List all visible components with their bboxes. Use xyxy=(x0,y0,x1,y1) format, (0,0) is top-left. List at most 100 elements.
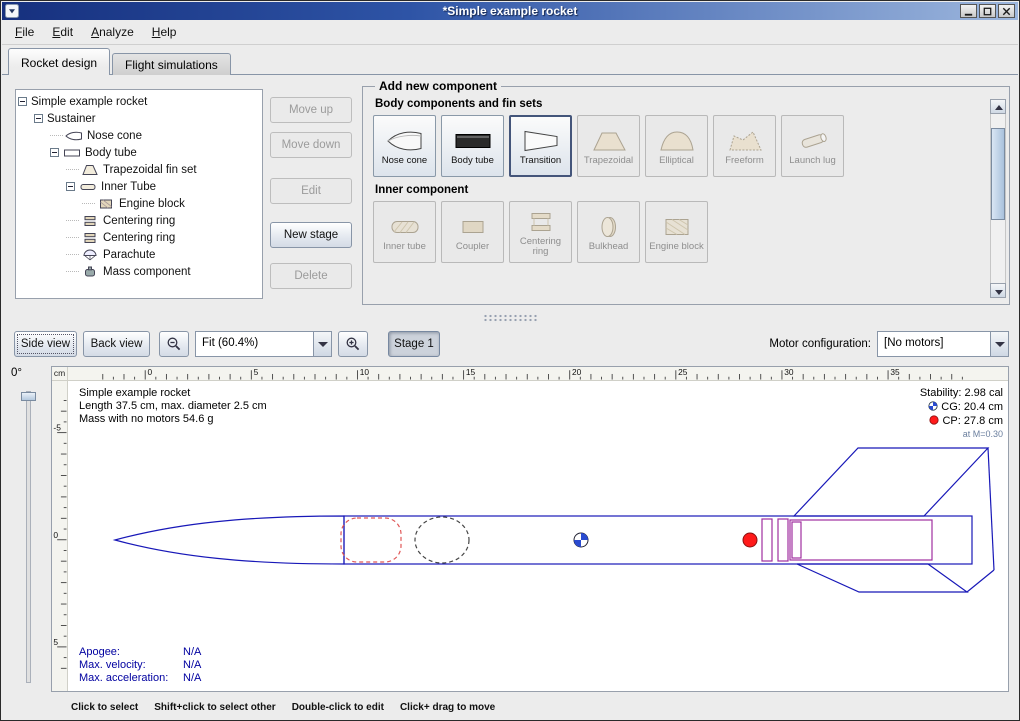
motor-configuration-label: Motor configuration: xyxy=(751,331,871,357)
add-elliptical-button[interactable]: Elliptical xyxy=(645,115,708,177)
add-trapezoidal-button[interactable]: Trapezoidal xyxy=(577,115,640,177)
new-stage-button[interactable]: New stage xyxy=(270,222,352,248)
component-tree[interactable]: Simple example rocketSustainerNose coneB… xyxy=(15,89,263,299)
tab-rocket-design[interactable]: Rocket design xyxy=(8,48,110,75)
component-button-label: Transition xyxy=(520,156,561,166)
svg-text:0: 0 xyxy=(53,530,58,540)
rocket-design-panel: Simple example rocketSustainerNose coneB… xyxy=(2,74,1018,310)
tree-expander-icon[interactable] xyxy=(18,97,27,106)
tree-item-body-tube[interactable]: Body tube xyxy=(16,144,262,161)
stability-value: Stability: 2.98 cal xyxy=(920,387,1003,400)
zoom-in-button[interactable] xyxy=(338,331,368,357)
zoom-select[interactable]: Fit (60.4%) xyxy=(195,331,332,357)
scroll-up-button[interactable] xyxy=(990,99,1006,114)
tree-item-parachute[interactable]: Parachute xyxy=(16,246,262,263)
delete-button[interactable]: Delete xyxy=(270,263,352,289)
maximize-button[interactable] xyxy=(979,4,996,18)
ruler-unit-label: cm xyxy=(52,367,68,381)
tree-item-inner-tube[interactable]: Inner Tube xyxy=(16,178,262,195)
tab-flight-simulations[interactable]: Flight simulations xyxy=(112,53,231,75)
tree-item-mass-component[interactable]: Mass component xyxy=(16,263,262,280)
tree-item-trapezoidal-fin-set[interactable]: Trapezoidal fin set xyxy=(16,161,262,178)
add-transition-button[interactable]: Transition xyxy=(509,115,572,177)
add-launch-lug-button[interactable]: Launch lug xyxy=(781,115,844,177)
body-tube-icon xyxy=(63,147,81,159)
side-view-button[interactable]: Side view xyxy=(14,331,77,357)
add-bulkhead-button[interactable]: Bulkhead xyxy=(577,201,640,263)
tree-connector xyxy=(66,237,79,238)
body-tube-outline[interactable] xyxy=(344,516,972,564)
menu-edit[interactable]: Edit xyxy=(43,21,82,43)
motor-configuration-select[interactable]: [No motors] xyxy=(877,331,1009,357)
tree-expander-icon[interactable] xyxy=(50,148,59,157)
coupler-icon xyxy=(453,213,493,241)
add-nose-cone-button[interactable]: Nose cone xyxy=(373,115,436,177)
tree-expander-icon[interactable] xyxy=(34,114,43,123)
zoom-out-button[interactable] xyxy=(159,331,189,357)
parachute-outline[interactable] xyxy=(341,518,401,562)
fin-upper-outline[interactable] xyxy=(794,448,988,516)
component-scrollbar[interactable] xyxy=(990,99,1006,298)
add-engine-block-button[interactable]: Engine block xyxy=(645,201,708,263)
tree-item-simple-example-rocket[interactable]: Simple example rocket xyxy=(16,93,262,110)
menu-file[interactable]: File xyxy=(6,21,43,43)
stability-info: Stability: 2.98 cal CG: 20.4 cm CP: 27.8… xyxy=(920,387,1003,441)
tree-connector xyxy=(66,271,79,272)
add-inner-tube-button[interactable]: Inner tube xyxy=(373,201,436,263)
move-down-button[interactable]: Move down xyxy=(270,132,352,158)
minimize-button[interactable] xyxy=(960,4,977,18)
fin-lower-outline[interactable] xyxy=(797,564,967,592)
add-freeform-button[interactable]: Freeform xyxy=(713,115,776,177)
scroll-down-button[interactable] xyxy=(990,283,1006,298)
close-button[interactable] xyxy=(998,4,1015,18)
tree-item-sustainer[interactable]: Sustainer xyxy=(16,110,262,127)
add-coupler-button[interactable]: Coupler xyxy=(441,201,504,263)
flight-stat-row: Apogee:N/A xyxy=(79,646,201,659)
rotation-slider-handle[interactable] xyxy=(21,392,36,401)
add-component-title: Add new component xyxy=(375,79,501,93)
tree-item-centering-ring[interactable]: Centering ring xyxy=(16,212,262,229)
tree-expander-icon[interactable] xyxy=(66,182,75,191)
component-button-label: Inner tube xyxy=(383,242,426,252)
svg-text:25: 25 xyxy=(678,367,688,377)
component-button-label: Body tube xyxy=(451,156,494,166)
svg-text:5: 5 xyxy=(53,637,58,647)
tree-item-label: Centering ring xyxy=(103,215,175,227)
inner-tube-icon xyxy=(385,213,425,241)
scrollbar-track[interactable] xyxy=(990,114,1006,283)
component-button-label: Freeform xyxy=(725,156,764,166)
tree-item-nose-cone[interactable]: Nose cone xyxy=(16,127,262,144)
menu-help[interactable]: Help xyxy=(143,21,186,43)
centering-ring-outline-1[interactable] xyxy=(762,519,772,561)
stage-1-toggle[interactable]: Stage 1 xyxy=(388,331,440,357)
menu-analyze[interactable]: Analyze xyxy=(82,21,143,43)
component-button-row: Nose cone Body tube Transition TrapezoidalE… xyxy=(373,115,983,177)
rocket-diagram xyxy=(68,381,1008,691)
flight-stat-row: Max. acceleration:N/A xyxy=(79,672,201,685)
tree-connector xyxy=(66,169,79,170)
move-up-button[interactable]: Move up xyxy=(270,97,352,123)
divider-grip-icon xyxy=(483,314,537,323)
tree-item-centering-ring[interactable]: Centering ring xyxy=(16,229,262,246)
transition-icon xyxy=(521,127,561,155)
inner-tube-outline[interactable] xyxy=(790,520,932,560)
nose-cone-outline[interactable] xyxy=(115,516,344,564)
add-body-tube-button[interactable]: Body tube xyxy=(441,115,504,177)
centering-ring-outline-2[interactable] xyxy=(778,519,788,561)
title-bar[interactable]: *Simple example rocket xyxy=(2,2,1018,20)
mass-component-outline[interactable] xyxy=(415,517,469,563)
chevron-down-icon[interactable] xyxy=(990,332,1008,356)
add-component-group: Add new component Body components and fi… xyxy=(362,79,1010,305)
tree-item-label: Mass component xyxy=(103,266,191,278)
split-pane-divider[interactable] xyxy=(2,310,1018,326)
engine-block-outline[interactable] xyxy=(792,522,801,558)
scrollbar-thumb[interactable] xyxy=(991,128,1005,220)
back-view-button[interactable]: Back view xyxy=(83,331,150,357)
edit-button[interactable]: Edit xyxy=(270,178,352,204)
tree-item-engine-block[interactable]: Engine block xyxy=(16,195,262,212)
rocket-drawing-area[interactable]: Simple example rocket Length 37.5 cm, ma… xyxy=(68,381,1008,691)
add-centering-ring-button[interactable]: Centering ring xyxy=(509,201,572,263)
chevron-down-icon[interactable] xyxy=(313,332,331,356)
component-button-label: Centering ring xyxy=(512,237,569,257)
rotation-slider[interactable] xyxy=(26,391,31,683)
